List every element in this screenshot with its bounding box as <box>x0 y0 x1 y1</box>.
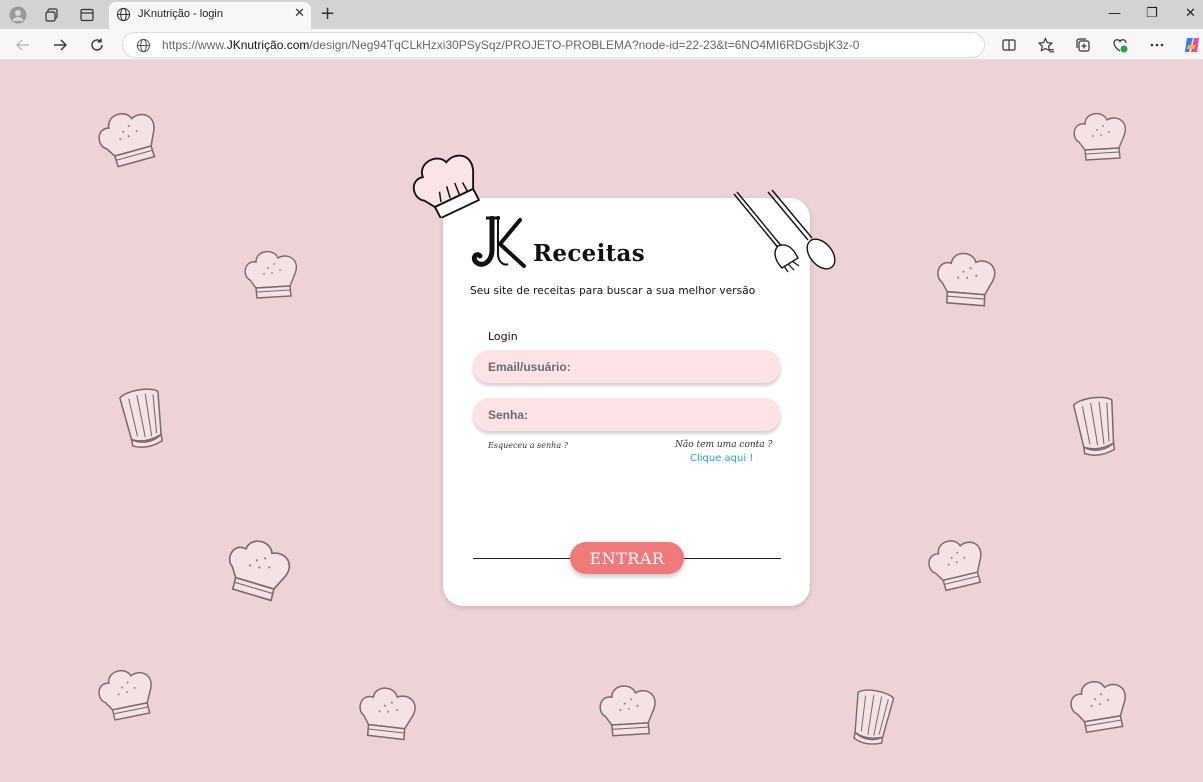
chef-hat-icon <box>1072 396 1120 456</box>
globe-icon <box>116 7 131 26</box>
refresh-icon[interactable] <box>86 34 108 56</box>
chef-hat-icon <box>936 249 998 310</box>
cutlery-icon <box>733 189 836 273</box>
chef-hat-icon <box>95 665 157 722</box>
chef-hat-icon <box>412 154 481 218</box>
divider-left <box>473 558 573 559</box>
brand-tagline: Seu site de receitas para buscar a sua m… <box>470 285 756 297</box>
chef-hat-icon <box>1073 112 1127 161</box>
url-text: https://www.JKnutrição.com/design/Neg94T… <box>162 38 859 52</box>
workspaces-icon[interactable] <box>42 5 62 25</box>
divider-right <box>681 558 781 559</box>
email-input[interactable] <box>473 350 781 383</box>
chef-hat-icon <box>226 536 294 602</box>
restore-button[interactable]: ❐ <box>1146 6 1158 21</box>
tab-actions-icon[interactable] <box>77 5 97 25</box>
browser-tab-bar: JKnutrição - login ✕ + — ❐ ✕ <box>0 0 1203 29</box>
url-prefix: https://www. <box>162 38 227 52</box>
url-domain: JKnutrição.com <box>226 38 310 52</box>
brand-name: Receitas <box>533 240 645 267</box>
forward-icon[interactable] <box>49 34 71 56</box>
chef-hat-icon <box>244 250 298 299</box>
close-window-button[interactable]: ✕ <box>1185 6 1196 21</box>
email-field-wrapper <box>473 350 781 383</box>
password-input[interactable] <box>473 398 781 431</box>
minimize-button[interactable]: — <box>1108 6 1121 21</box>
login-title: Login <box>488 330 518 343</box>
chef-hat-icon <box>118 388 168 448</box>
tab-title: JKnutrição - login <box>138 8 223 20</box>
chef-hat-icon <box>599 685 656 737</box>
tab-close-icon[interactable]: ✕ <box>294 6 305 21</box>
split-screen-icon[interactable] <box>998 34 1020 56</box>
chef-hat-icon <box>98 106 162 170</box>
no-account-text: Não tem uma conta ? <box>675 440 773 450</box>
browser-tab-active[interactable]: JKnutrição - login ✕ <box>109 2 311 29</box>
collections-icon[interactable] <box>1072 34 1094 56</box>
back-icon[interactable] <box>12 34 34 56</box>
copilot-icon[interactable] <box>1181 34 1203 56</box>
chef-hat-icon <box>1070 677 1130 735</box>
login-submit-button[interactable]: ENTRAR <box>570 542 684 574</box>
new-tab-button[interactable]: + <box>320 3 335 24</box>
browser-nav-bar: https://www.JKnutrição.com/design/Neg94T… <box>0 29 1203 60</box>
url-path: /design/Neg94TqCLkHzxi30PSySqz/PROJETO-P… <box>309 38 860 52</box>
forgot-password-link[interactable]: Esqueceu a senha ? <box>488 441 568 450</box>
browser-essentials-icon[interactable] <box>1109 34 1131 56</box>
favorites-icon[interactable] <box>1035 34 1057 56</box>
chef-hat-icon <box>924 535 987 592</box>
chef-hat-icon <box>358 683 419 744</box>
password-field-wrapper <box>473 398 781 431</box>
signup-link[interactable]: Clique aqui ! <box>690 453 753 464</box>
site-info-icon[interactable] <box>136 38 151 57</box>
profile-icon[interactable] <box>8 5 28 25</box>
jk-logo-icon <box>471 216 526 268</box>
more-options-icon[interactable] <box>1146 34 1168 56</box>
chef-hat-icon <box>848 687 896 748</box>
address-bar[interactable]: https://www.JKnutrição.com/design/Neg94T… <box>122 32 985 58</box>
